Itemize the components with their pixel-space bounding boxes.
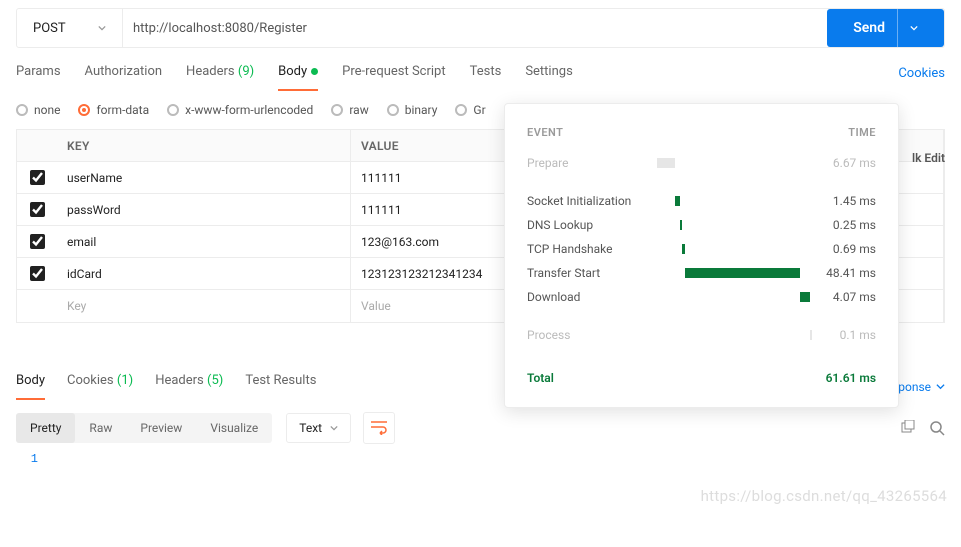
request-tabs: Params Authorization Headers (9) Body Pr… — [0, 48, 961, 91]
timing-row: TCP Handshake0.69 ms — [527, 237, 876, 261]
resp-tab-headers[interactable]: Headers (5) — [155, 373, 223, 400]
bulk-edit-link[interactable]: lk Edit — [912, 151, 945, 165]
tab-tests[interactable]: Tests — [470, 64, 502, 91]
send-button[interactable]: Send — [827, 9, 944, 47]
tab-authorization[interactable]: Authorization — [85, 64, 163, 91]
cookies-link[interactable]: Cookies — [898, 66, 945, 91]
url-input[interactable]: http://localhost:8080/Register — [123, 9, 817, 47]
search-icon[interactable] — [929, 420, 945, 436]
mode-visualize[interactable]: Visualize — [196, 413, 272, 443]
chevron-down-icon — [936, 382, 945, 391]
resp-tab-body[interactable]: Body — [16, 373, 45, 400]
tab-params[interactable]: Params — [16, 64, 61, 91]
response-type-select[interactable]: Text — [286, 413, 351, 443]
timing-row: Transfer Start48.41 ms — [527, 261, 876, 285]
timing-row: Socket Initialization1.45 ms — [527, 189, 876, 213]
tab-settings[interactable]: Settings — [525, 64, 572, 91]
row-checkbox[interactable] — [30, 234, 45, 249]
radio-form-data[interactable]: form-data — [78, 103, 149, 117]
key-cell[interactable]: idCard — [57, 258, 351, 289]
timing-row: Download4.07 ms — [527, 285, 876, 309]
response-code-area: 1 — [16, 452, 945, 466]
request-bar: POST http://localhost:8080/Register Send — [16, 8, 945, 48]
time-header: TIME — [848, 126, 876, 139]
code-body[interactable] — [46, 452, 945, 466]
send-dropdown[interactable] — [897, 9, 918, 47]
event-header: EVENT — [527, 126, 563, 139]
key-input[interactable]: Key — [57, 290, 351, 322]
tab-prerequest[interactable]: Pre-request Script — [342, 64, 445, 91]
timing-row: DNS Lookup0.25 ms — [527, 213, 876, 237]
timing-popup: EVENT TIME Prepare6.67 ms Socket Initiali… — [504, 103, 899, 408]
resp-tab-test-results[interactable]: Test Results — [245, 373, 316, 400]
key-cell[interactable]: email — [57, 226, 351, 257]
chevron-down-icon — [98, 24, 106, 32]
timing-row: Process0.1 ms — [527, 323, 876, 347]
row-checkbox[interactable] — [30, 202, 45, 217]
radio-binary[interactable]: binary — [387, 103, 438, 117]
copy-icon[interactable] — [899, 420, 915, 436]
mode-preview[interactable]: Preview — [126, 413, 196, 443]
tab-body[interactable]: Body — [278, 64, 318, 91]
timing-row: Prepare6.67 ms — [527, 151, 876, 175]
header-key: KEY — [57, 130, 351, 161]
chevron-down-icon — [330, 424, 338, 432]
resp-tab-cookies[interactable]: Cookies (1) — [67, 373, 133, 400]
line-number: 1 — [16, 452, 46, 466]
row-checkbox[interactable] — [30, 266, 45, 281]
radio-none[interactable]: none — [16, 103, 60, 117]
row-checkbox[interactable] — [30, 170, 45, 185]
total-label: Total — [527, 371, 554, 385]
wrap-lines-button[interactable] — [363, 412, 395, 444]
wrap-icon — [371, 421, 387, 435]
key-cell[interactable]: userName — [57, 162, 351, 193]
mode-pretty[interactable]: Pretty — [16, 413, 75, 443]
mode-raw[interactable]: Raw — [75, 413, 126, 443]
radio-xwww[interactable]: x-www-form-urlencoded — [167, 103, 313, 117]
watermark: https://blog.csdn.net/qq_43265564 — [701, 487, 947, 505]
tab-headers[interactable]: Headers (9) — [186, 64, 254, 91]
method-value: POST — [33, 21, 66, 36]
radio-raw[interactable]: raw — [331, 103, 368, 117]
key-cell[interactable]: passWord — [57, 194, 351, 225]
chevron-down-icon — [910, 24, 918, 32]
radio-graphql[interactable]: Gr — [455, 103, 485, 117]
method-select[interactable]: POST — [17, 9, 123, 47]
total-value: 61.61 ms — [826, 371, 876, 385]
modified-dot-icon — [311, 68, 318, 75]
